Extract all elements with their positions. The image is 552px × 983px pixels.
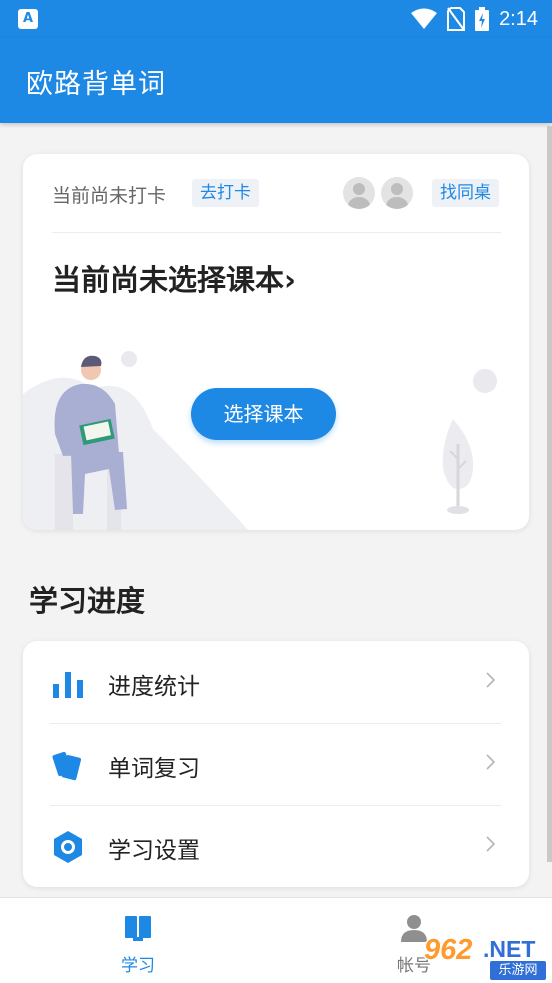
- checkin-status: 当前尚未打卡: [52, 185, 167, 207]
- watermark-caption: 乐游网: [490, 961, 546, 980]
- chevron-right-icon: ›: [284, 263, 296, 297]
- list-item-word-review[interactable]: 单词复习: [23, 723, 529, 805]
- watermark-number: 962: [424, 934, 473, 966]
- checkin-button[interactable]: 去打卡: [192, 179, 259, 207]
- watermark-suffix: .NET: [483, 936, 536, 962]
- find-deskmate-button[interactable]: 找同桌: [432, 179, 499, 207]
- list-item-study-settings[interactable]: 学习设置: [23, 805, 529, 887]
- battery-charging-icon: [475, 7, 490, 31]
- divider: [52, 232, 501, 233]
- status-bar: A 2:14: [0, 0, 552, 38]
- list-item-label: 进度统计: [108, 674, 200, 700]
- chevron-right-icon: [486, 672, 495, 688]
- cards-icon: [52, 751, 81, 781]
- app-bar: 欧路背单词: [0, 38, 552, 123]
- chevron-right-icon: [486, 754, 495, 770]
- section-title: 学习进度: [29, 584, 146, 618]
- no-sim-icon: [447, 7, 466, 31]
- wifi-icon: [411, 8, 438, 29]
- bar-chart-icon: [53, 672, 83, 698]
- select-book-link[interactable]: 当前尚未选择课本›: [52, 257, 296, 299]
- chevron-right-icon: [486, 836, 495, 852]
- hexagon-settings-icon: [54, 831, 82, 863]
- app-title: 欧路背单词: [26, 69, 166, 100]
- list-item-label: 学习设置: [108, 838, 200, 864]
- status-bar-right: 2:14: [411, 6, 538, 32]
- book-icon: [125, 916, 151, 941]
- app-notification-icon: A: [18, 9, 38, 29]
- avatar[interactable]: [381, 177, 413, 209]
- clock: 2:14: [499, 7, 538, 30]
- progress-list: 进度统计 单词复习 学习设置: [23, 641, 529, 887]
- checkin-card: 当前尚未打卡 去打卡 找同桌 当前尚未选择课本› 选择课本: [23, 154, 529, 530]
- avatar[interactable]: [343, 177, 375, 209]
- tab-learn[interactable]: 学习: [0, 898, 276, 983]
- select-book-button[interactable]: 选择课本: [191, 388, 336, 440]
- tab-label: 学习: [121, 956, 155, 976]
- list-item-label: 单词复习: [108, 756, 200, 782]
- scrollbar[interactable]: [547, 126, 552, 862]
- watermark-logo: 962 .NET 乐游网: [410, 930, 552, 983]
- list-item-progress-stats[interactable]: 进度统计: [23, 641, 529, 723]
- book-title-text: 当前尚未选择课本: [52, 263, 285, 297]
